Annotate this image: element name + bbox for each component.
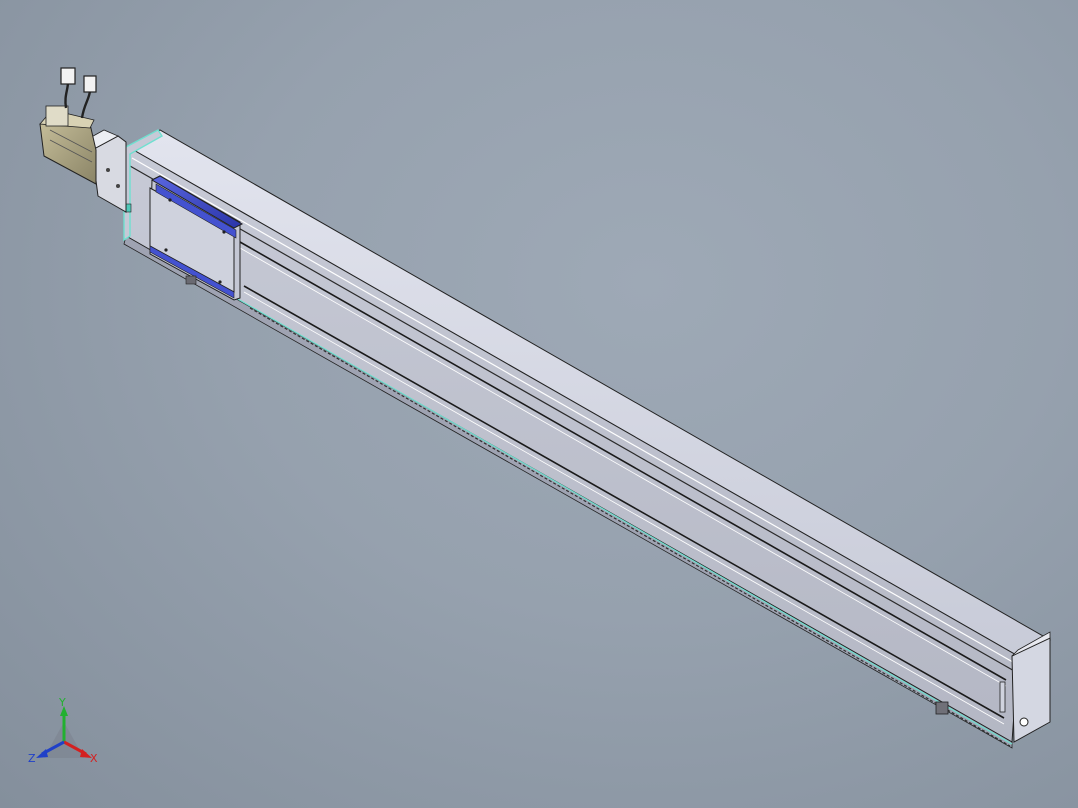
power-cable (64, 81, 70, 109)
view-orientation-triad[interactable]: Y X Z (28, 696, 98, 765)
servo-motor[interactable] (39, 105, 97, 185)
graphics-viewport[interactable]: Y X Z (0, 0, 1078, 808)
motor-encoder-cap (45, 105, 69, 127)
carriage-bolt (222, 230, 226, 234)
body-slot-line (243, 291, 1005, 725)
carriage-bolt (218, 280, 222, 284)
body-slot-line (239, 241, 1007, 681)
model-canvas[interactable]: Y X Z (0, 0, 1078, 808)
body-front-face (125, 147, 1019, 743)
carriage-bolt (168, 198, 172, 202)
body-groove-line (129, 165, 1017, 673)
z-axis-arrow (36, 749, 48, 758)
power-connector (60, 67, 76, 85)
coupling-bolt (116, 184, 120, 188)
body-top-face (129, 129, 1052, 657)
coupling-bolt (106, 168, 110, 172)
bottom-rail (123, 235, 1013, 749)
encoder-connector (83, 75, 97, 93)
body-slot-line (239, 247, 1007, 687)
body-slot-line (243, 285, 1005, 719)
end-slot (999, 681, 1006, 713)
carriage-bolt (164, 248, 168, 252)
body-groove-line (131, 157, 1019, 666)
y-axis-label: Y (58, 696, 66, 709)
rail-accent-line (235, 297, 1013, 745)
z-axis-label: Z (28, 752, 36, 765)
encoder-cable (80, 89, 92, 119)
linear-module-body[interactable] (123, 129, 1052, 749)
end-cap-hole (1019, 717, 1029, 727)
bottom-bracket-right (935, 701, 949, 715)
x-axis-label: X (90, 752, 98, 765)
motor-body (39, 123, 97, 185)
carriage-foot (185, 275, 197, 285)
